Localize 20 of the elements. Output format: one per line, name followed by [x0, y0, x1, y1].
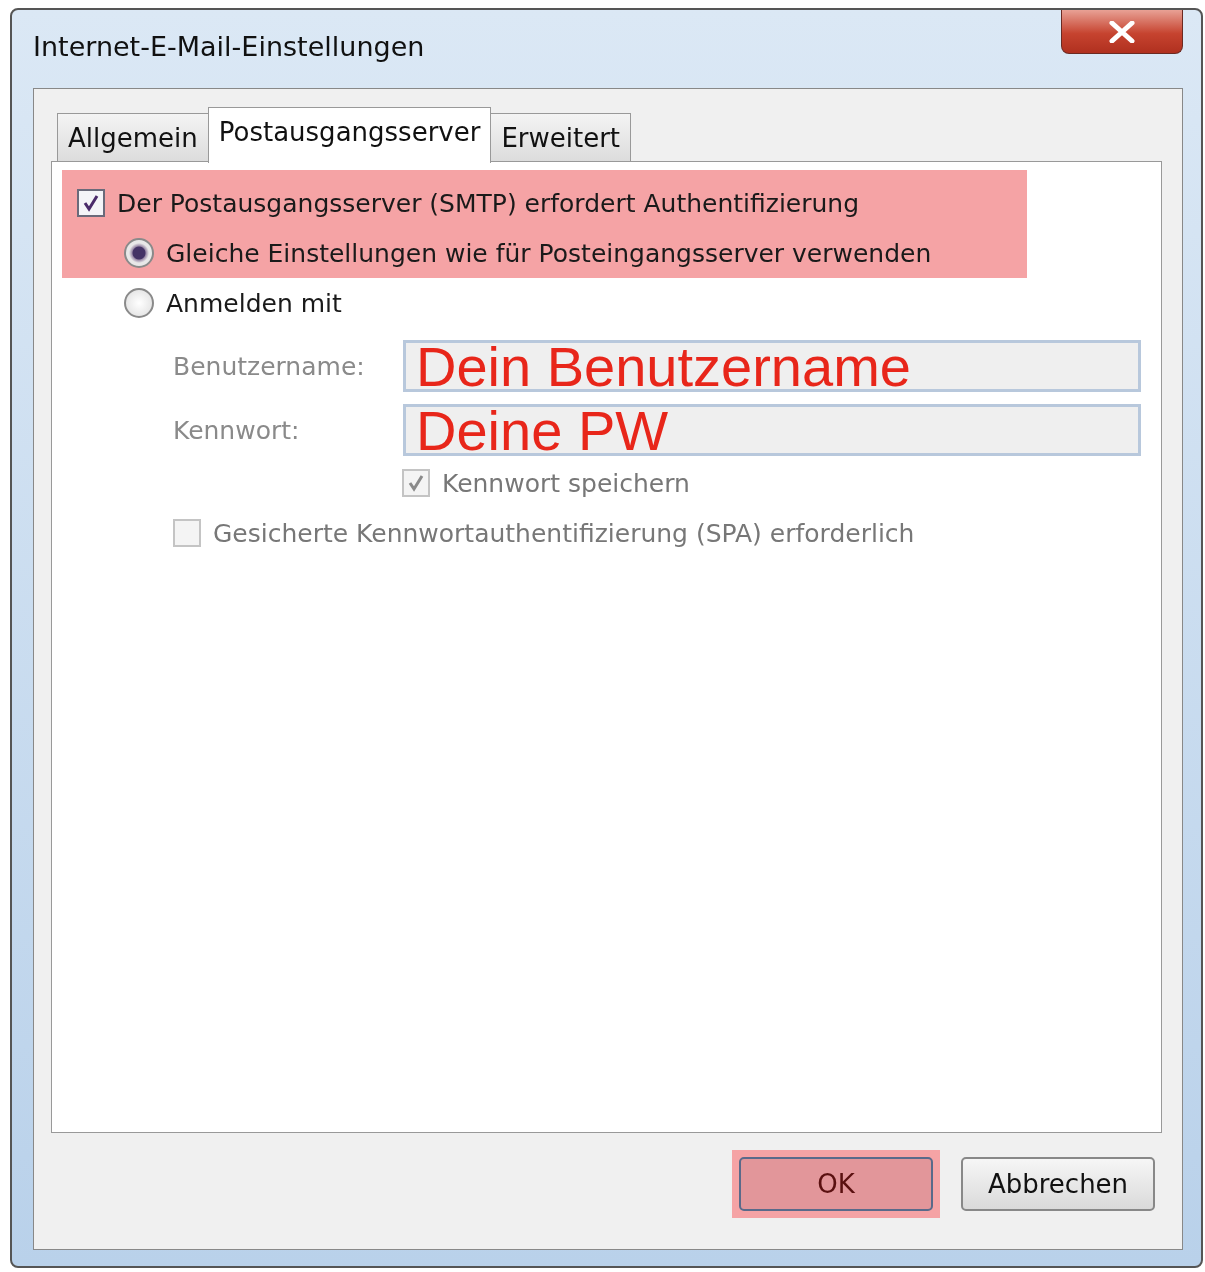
- dialog-button[interactable]: Abbrechen: [961, 1157, 1155, 1211]
- close-icon: [1109, 20, 1135, 43]
- checkmark-icon: [406, 473, 426, 493]
- radio-label: Anmelden mit: [166, 288, 342, 318]
- radio-button[interactable]: [124, 288, 154, 318]
- tab[interactable]: Erweitert: [490, 113, 632, 161]
- checkmark-icon: [81, 193, 101, 213]
- field-label: Kennwort:: [173, 415, 301, 445]
- radio-label: Gleiche Einstellungen wie für Posteingangsserver verwenden: [166, 238, 932, 268]
- field-label: Benutzername:: [173, 351, 366, 381]
- checkbox[interactable]: [77, 189, 105, 217]
- checkbox-label: Gesicherte Kennwortauthentifizierung (SPA) erforderlich: [213, 518, 915, 548]
- close-button[interactable]: [1061, 10, 1183, 54]
- radio-button[interactable]: [124, 238, 154, 268]
- dialog-button[interactable]: OK: [739, 1157, 933, 1211]
- checkbox-label: Der Postausgangsserver (SMTP) erfordert Authentifizierung: [117, 188, 860, 218]
- window-title: Internet-E-Mail-Einstellungen: [33, 30, 425, 62]
- tab[interactable]: Allgemein: [57, 113, 209, 161]
- checkbox-label: Kennwort speichern: [442, 468, 690, 498]
- tab[interactable]: Postausgangsserver: [207, 107, 492, 163]
